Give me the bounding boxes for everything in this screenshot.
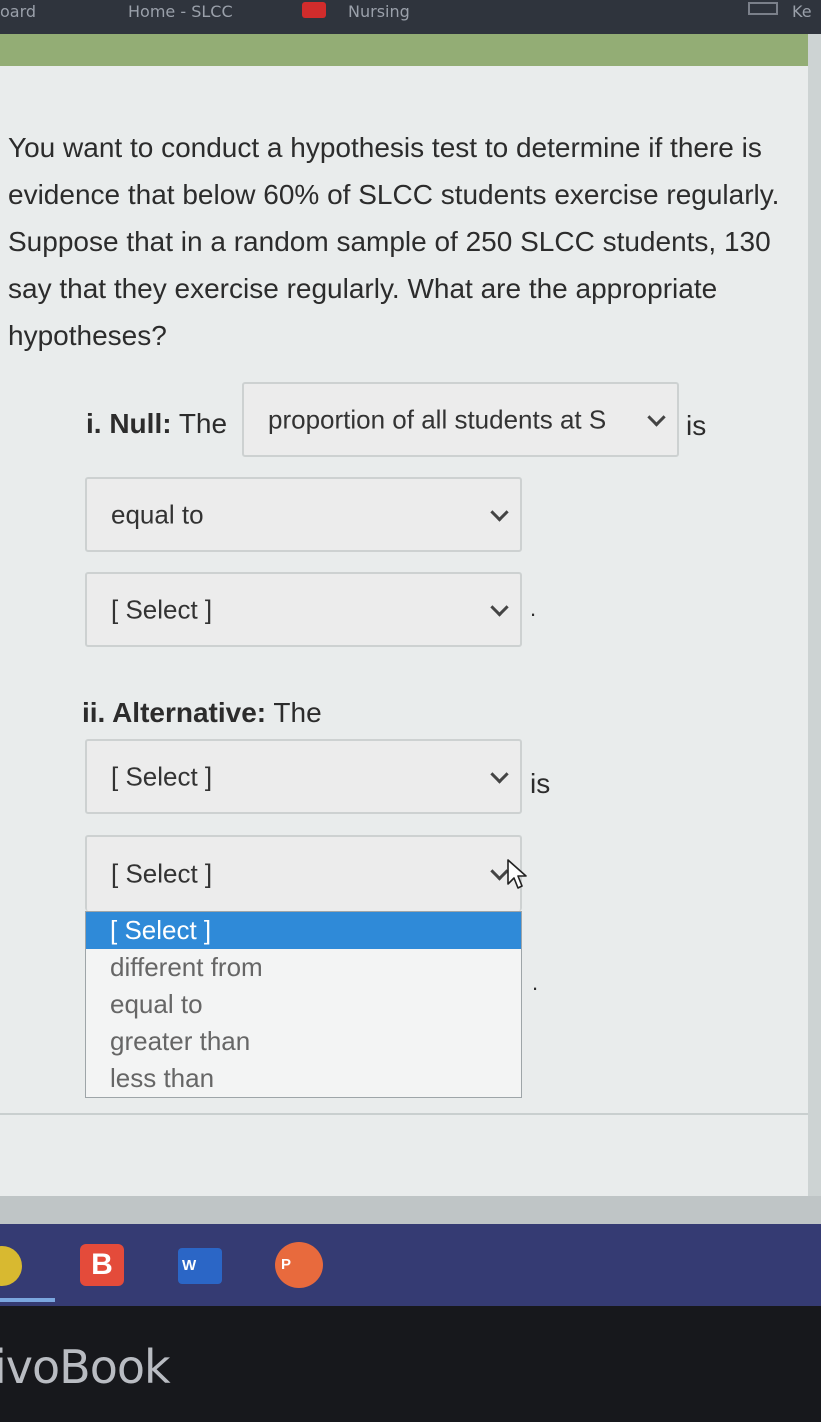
null-the: The <box>178 408 228 439</box>
laptop-brand-logo: ivoBook <box>0 1340 171 1394</box>
null-relation-dropdown[interactable]: equal to <box>85 477 522 552</box>
word-icon[interactable]: W <box>178 1248 222 1284</box>
active-app-indicator <box>0 1298 55 1302</box>
null-is-text: is <box>686 410 707 441</box>
page-footer <box>0 1196 821 1224</box>
option-greater-than[interactable]: greater than <box>86 1023 521 1060</box>
null-parameter-value: proportion of all students at S <box>268 404 607 434</box>
mouse-pointer-icon <box>507 859 527 889</box>
quiz-header-strip <box>0 34 821 66</box>
alternative-relation-options: [ Select ] different from equal to great… <box>85 911 522 1098</box>
tab-dashboard[interactable]: oard <box>0 2 36 21</box>
alternative-parameter-dropdown[interactable]: [ Select ] <box>85 739 522 814</box>
question-text: You want to conduct a hypothesis test to… <box>8 132 780 351</box>
alternative-label: ii. Alternative: The <box>82 697 322 729</box>
powerpoint-icon[interactable]: P <box>275 1242 323 1288</box>
alternative-the: The <box>273 697 322 728</box>
alternative-period: . <box>532 970 539 995</box>
content-divider <box>0 1113 808 1115</box>
option-different-from[interactable]: different from <box>86 949 521 986</box>
null-relation-value: equal to <box>111 499 204 529</box>
alternative-parameter-value: [ Select ] <box>111 761 213 791</box>
null-value-value: [ Select ] <box>111 594 213 624</box>
null-prefix: i. Null: <box>86 408 172 439</box>
nursing-favicon-icon <box>302 2 326 18</box>
chevron-down-icon <box>490 764 509 784</box>
alternative-relation-dropdown[interactable]: [ Select ] <box>85 835 522 911</box>
alternative-prefix: ii. Alternative: <box>82 697 267 728</box>
alternative-is-text: is <box>530 768 551 799</box>
window-restore-icon[interactable] <box>748 2 778 15</box>
null-parameter-dropdown[interactable]: proportion of all students at S <box>242 382 679 457</box>
null-label: i. Null: The <box>86 408 227 440</box>
browser-tab-bar: oard Home - SLCC Nursing Ke <box>0 0 821 34</box>
option-select[interactable]: [ Select ] <box>86 912 521 949</box>
null-period: . <box>530 596 537 621</box>
scrollbar-track[interactable] <box>808 34 821 1224</box>
chevron-down-icon <box>490 502 509 522</box>
chevron-down-icon <box>490 597 509 617</box>
null-value-dropdown[interactable]: [ Select ] <box>85 572 522 647</box>
tab-partial[interactable]: Ke <box>792 2 812 21</box>
option-less-than[interactable]: less than <box>86 1060 521 1097</box>
option-equal-to[interactable]: equal to <box>86 986 521 1023</box>
blackboard-icon[interactable]: B <box>80 1244 124 1286</box>
alternative-relation-value: [ Select ] <box>111 858 213 889</box>
tab-home-slcc[interactable]: Home - SLCC <box>128 2 233 21</box>
chevron-down-icon <box>647 407 666 427</box>
tab-nursing[interactable]: Nursing <box>348 2 410 21</box>
